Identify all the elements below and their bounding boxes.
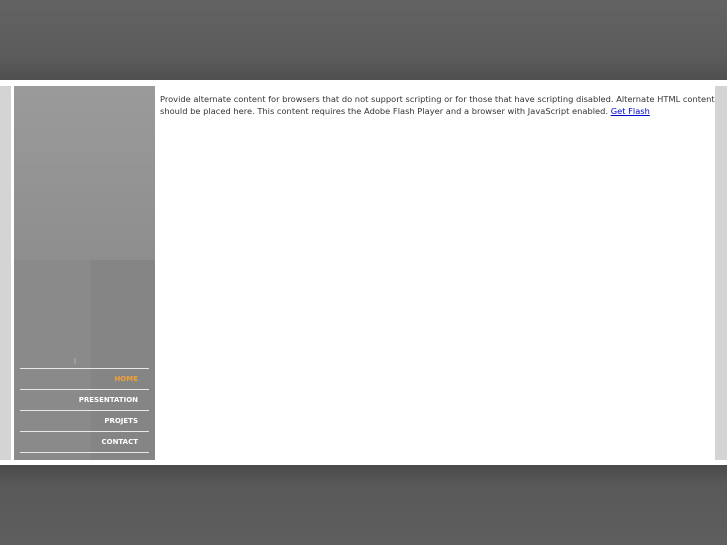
main-frame: HOME PRESENTATION PROJETS CONTACT Provid… [0,80,727,465]
nav-item-contact[interactable]: CONTACT [20,432,149,453]
sidebar-header-panel [14,86,155,260]
get-flash-link[interactable]: Get Flash [611,106,650,116]
left-rail [0,86,11,460]
bottom-band [0,465,727,545]
top-band [0,0,727,80]
nav-item-home[interactable]: HOME [20,369,149,390]
right-rail [715,86,727,460]
main-nav: HOME PRESENTATION PROJETS CONTACT [20,368,149,453]
sidebar: HOME PRESENTATION PROJETS CONTACT [14,86,155,460]
flash-alt-content: Provide alternate content for browsers t… [160,93,720,117]
nav-item-presentation[interactable]: PRESENTATION [20,390,149,411]
sidebar-decor-mark [74,358,76,364]
nav-item-projets[interactable]: PROJETS [20,411,149,432]
